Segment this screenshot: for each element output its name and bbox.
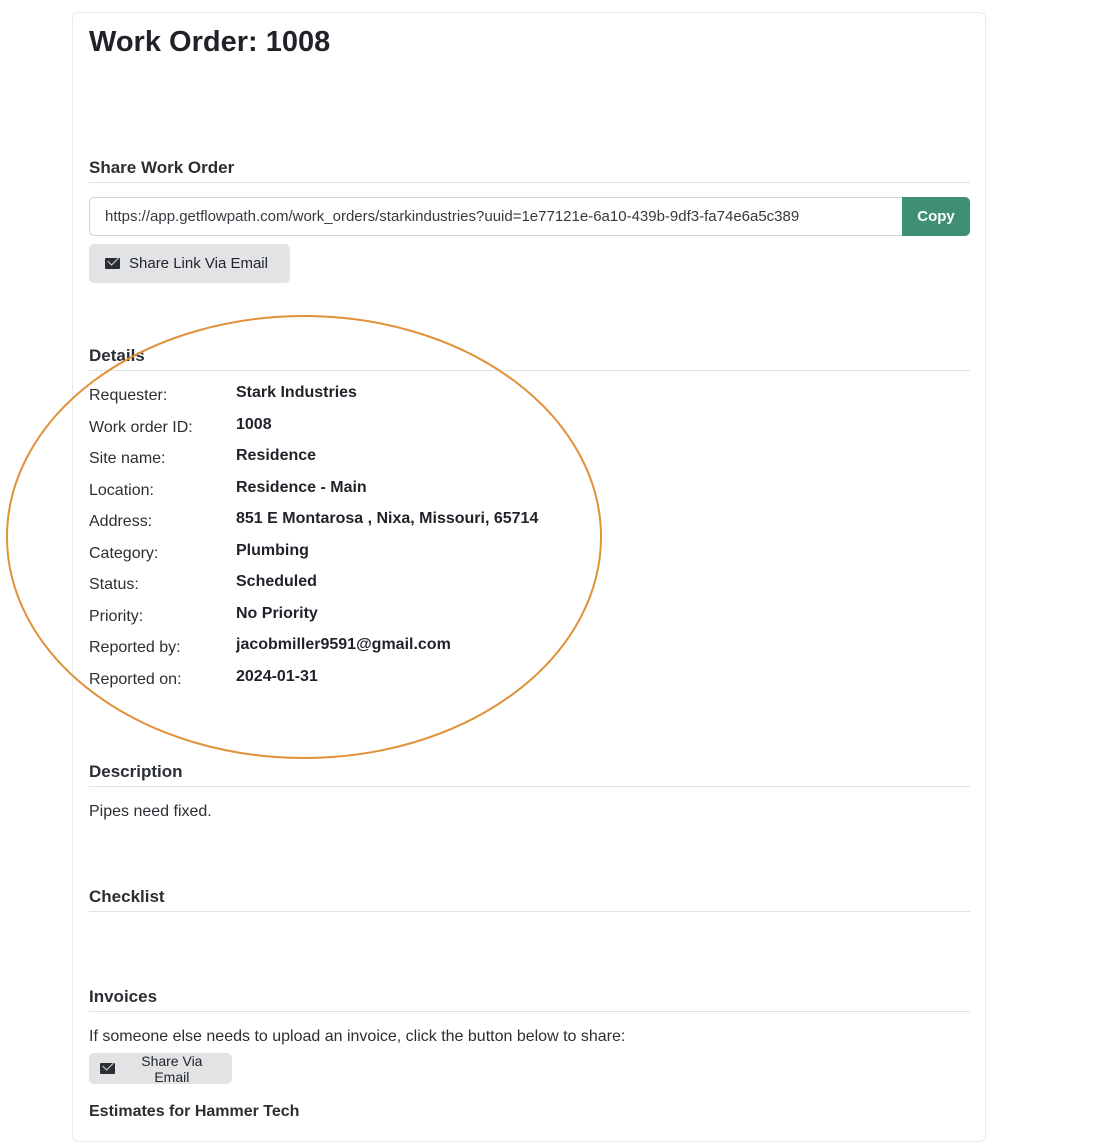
detail-label: Requester: [89, 387, 168, 404]
copy-button[interactable]: Copy [902, 197, 970, 236]
detail-value: Plumbing [236, 542, 309, 559]
detail-label: Site name: [89, 450, 166, 467]
detail-label: Reported on: [89, 671, 182, 688]
description-heading: Description [89, 762, 970, 787]
details-heading: Details [89, 346, 970, 371]
invoices-heading: Invoices [89, 987, 970, 1012]
checklist-heading: Checklist [89, 887, 970, 912]
description-text: Pipes need fixed. [89, 803, 212, 820]
envelope-icon [100, 1063, 115, 1074]
detail-value: 851 E Montarosa , Nixa, Missouri, 65714 [236, 510, 539, 527]
detail-label: Reported by: [89, 639, 181, 656]
detail-label: Status: [89, 576, 139, 593]
detail-label: Address: [89, 513, 153, 530]
detail-label: Work order ID: [89, 419, 193, 436]
detail-value: Residence - Main [236, 479, 367, 496]
page-title: Work Order: 1008 [89, 26, 331, 58]
share-work-order-heading: Share Work Order [89, 158, 970, 183]
detail-value: 2024-01-31 [236, 668, 318, 685]
share-link-via-email-button[interactable]: Share Link Via Email [89, 244, 290, 283]
share-url-input[interactable] [89, 197, 902, 236]
estimates-heading: Estimates for Hammer Tech [89, 1103, 300, 1120]
invoices-instructions: If someone else needs to upload an invoi… [89, 1028, 626, 1045]
detail-value: Scheduled [236, 573, 317, 590]
detail-value: Stark Industries [236, 384, 357, 401]
detail-label: Location: [89, 482, 154, 499]
detail-value: No Priority [236, 605, 318, 622]
detail-value: Residence [236, 447, 317, 464]
share-via-email-label: Share Via Email [141, 1052, 203, 1085]
detail-label: Category: [89, 545, 159, 562]
detail-value: 1008 [236, 416, 272, 433]
share-link-group: Copy [89, 197, 970, 236]
detail-label: Priority: [89, 608, 144, 625]
envelope-icon [105, 258, 120, 269]
detail-value: jacobmiller9591@gmail.com [236, 636, 451, 653]
share-via-email-button[interactable]: Share Via Email [89, 1052, 232, 1085]
share-link-via-email-label: Share Link Via Email [129, 255, 268, 272]
